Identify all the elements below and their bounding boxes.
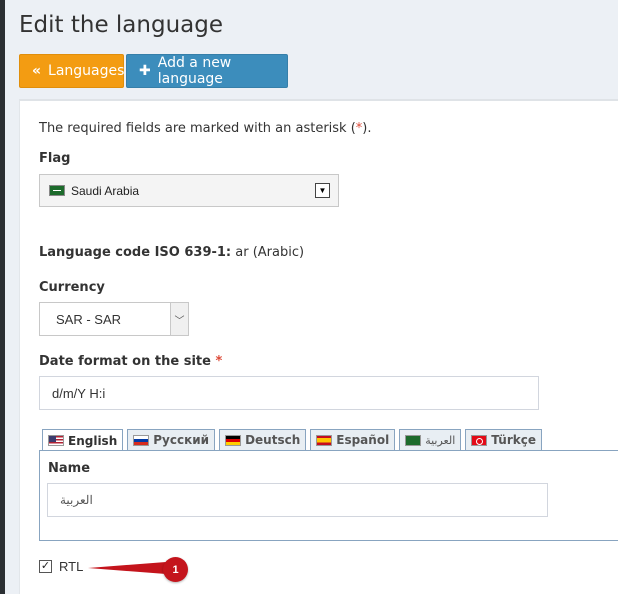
languages-back-label: Languages	[48, 63, 125, 79]
currency-select-value: SAR - SAR	[56, 311, 122, 327]
flag-select-value: Saudi Arabia	[71, 183, 140, 198]
dropdown-arrow-icon[interactable]: ▼	[315, 183, 330, 198]
chevron-down-icon[interactable]: ﹀	[170, 303, 188, 335]
tab-spanish[interactable]: Español	[310, 429, 396, 450]
tab-german[interactable]: Deutsch	[219, 429, 307, 450]
tab-turkish[interactable]: Türkçe	[465, 429, 542, 450]
languages-back-button[interactable]: « Languages	[19, 54, 124, 88]
name-label: Name	[48, 461, 91, 476]
required-fields-note: The required fields are marked with an a…	[39, 121, 372, 136]
date-format-input[interactable]: d/m/Y H:i	[39, 376, 539, 410]
add-language-label: Add a new language	[157, 55, 232, 87]
add-language-button[interactable]: ✚ Add a new language	[126, 54, 288, 88]
germany-flag-icon	[225, 434, 242, 446]
rtl-checkbox[interactable]: ✓	[39, 560, 52, 573]
turkey-flag-icon	[471, 434, 488, 446]
rtl-label: RTL	[59, 559, 84, 574]
saudi-flag-icon	[405, 434, 422, 446]
flag-select[interactable]: Saudi Arabia ▼	[39, 174, 339, 207]
plus-icon: ✚	[139, 63, 151, 79]
callout-pointer-icon	[88, 562, 166, 574]
language-code-text: Language code ISO 639-1: ar (Arabic)	[39, 245, 305, 260]
double-chevron-left-icon: «	[32, 63, 42, 79]
russia-flag-icon	[133, 434, 150, 446]
us-flag-icon	[48, 435, 64, 446]
name-input[interactable]: العربية	[47, 483, 548, 517]
currency-select[interactable]: SAR - SAR ﹀	[39, 302, 189, 336]
currency-label: Currency	[39, 280, 105, 295]
required-asterisk: *	[215, 354, 223, 369]
tab-english[interactable]: English	[42, 429, 124, 451]
language-tabs: English Русский Deutsch Español العربية …	[42, 429, 542, 451]
annotation-badge: 1	[163, 557, 188, 582]
spain-flag-icon	[316, 434, 333, 446]
flag-label: Flag	[39, 151, 71, 166]
date-format-label: Date format on the site *	[39, 354, 223, 369]
tab-arabic[interactable]: العربية	[399, 429, 462, 450]
page-title: Edit the language	[19, 12, 223, 38]
tab-russian[interactable]: Русский	[127, 429, 216, 450]
sidebar-edge	[0, 0, 5, 594]
checkmark-icon: ✓	[40, 560, 51, 572]
saudi-flag-icon	[49, 185, 65, 196]
